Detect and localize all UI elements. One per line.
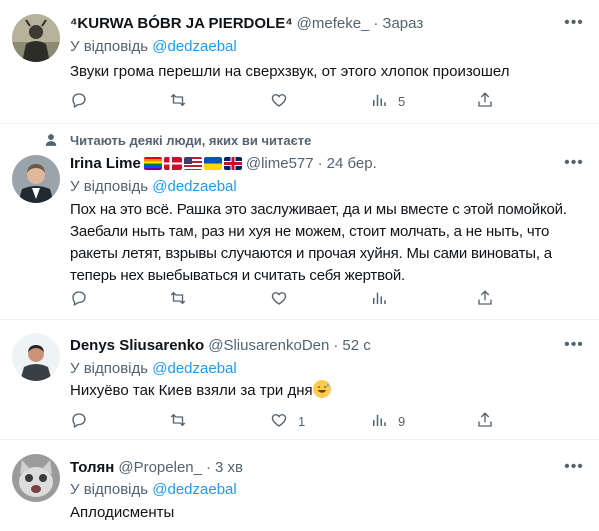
tweet-text: Звуки грома перешли на сверхзвук, от это… [70,63,510,80]
more-icon[interactable]: ••• [563,335,585,355]
tweet-text: Аплодисменты [70,504,175,521]
retweet-button[interactable] [169,89,197,113]
tweet-text: Пох на это всё. Рашка это заслуживает, д… [70,201,567,284]
name-flags [143,156,242,170]
mention-link[interactable]: @dedzaebal [152,481,236,498]
retweet-icon [169,289,187,310]
like-button[interactable] [270,287,298,311]
mention-link[interactable]: @dedzaebal [152,178,236,195]
more-icon[interactable]: ••• [563,13,585,33]
analytics-icon [370,411,388,432]
reply-prefix: У відповідь [70,481,149,498]
timeline: ⁴KURWA BÓBR JA PIERDOLE⁴ @mefeke_ · Зара… [0,0,599,531]
tweet-text-container: Нихуёво так Киев взяли за три дня [70,380,570,402]
tweet-actions: 1 9 [62,409,502,433]
like-icon [270,411,288,432]
display-name[interactable]: Denys Sliusarenko [70,337,204,354]
tweet[interactable]: ⁴KURWA BÓBR JA PIERDOLE⁴ @mefeke_ · Зара… [0,0,599,124]
avatar[interactable] [12,14,60,62]
views-count: 9 [398,413,406,429]
like-button[interactable] [270,89,298,113]
retweet-button[interactable] [169,287,197,311]
reply-context: У відповідь @dedzaebal [70,178,237,195]
reply-prefix: У відповідь [70,38,149,55]
reply-button[interactable] [70,89,98,113]
share-icon [476,411,494,432]
timestamp[interactable]: 52 с [342,337,370,354]
more-icon[interactable]: ••• [563,457,585,477]
user-icon [44,133,58,152]
share-button[interactable] [476,89,494,113]
tweet[interactable]: Читають деякі люди, яких ви читаєте Irin… [0,124,599,320]
ukraine-flag-icon [203,156,222,170]
separator-dot: · [205,458,211,476]
separator-dot: · [317,154,323,172]
like-button[interactable]: 1 [270,409,305,433]
retweet-button[interactable] [169,409,197,433]
user-handle[interactable]: @lime577 [246,155,314,172]
avatar[interactable] [12,155,60,203]
separator-dot: · [333,336,339,354]
avatar[interactable] [12,333,60,381]
tweet[interactable]: Denys Sliusarenko @SliusarenkoDen · 52 с… [0,320,599,440]
social-context-text[interactable]: Читають деякі люди, яких ви читаєте [70,133,311,148]
views-count: 5 [398,93,406,109]
separator-dot: · [373,14,379,32]
avatar[interactable] [12,454,60,502]
retweet-icon [169,91,187,112]
user-handle[interactable]: @mefeke_ [297,15,370,32]
timestamp[interactable]: 24 бер. [327,155,377,172]
reply-prefix: У відповідь [70,178,149,195]
views-button[interactable]: 9 [370,409,405,433]
like-count: 1 [298,413,306,429]
rainbow-flag-icon [143,156,162,170]
tweet-actions: 5 [62,89,502,113]
user-handle[interactable]: @Propelen_ [118,459,202,476]
analytics-icon [370,91,388,112]
usa-flag-icon [183,156,202,170]
reply-button[interactable] [70,287,98,311]
tweet-header: Denys Sliusarenko @SliusarenkoDen · 52 с [70,335,371,355]
denmark-flag-icon [163,156,182,170]
analytics-icon [370,289,388,310]
share-icon [476,91,494,112]
reply-context: У відповідь @dedzaebal [70,38,237,55]
views-button[interactable]: 5 [370,89,405,113]
timestamp[interactable]: 3 хв [215,459,243,476]
reply-button[interactable] [70,409,98,433]
timestamp[interactable]: Зараз [382,15,423,32]
sweat-smile-emoji-icon [312,380,331,398]
reply-icon [70,91,88,112]
display-name[interactable]: Толян [70,459,114,476]
like-icon [270,289,288,310]
reply-context: У відповідь @dedzaebal [70,481,237,498]
share-button[interactable] [476,409,494,433]
tweet[interactable]: Толян @Propelen_ · 3 хв ••• У відповідь … [0,440,599,531]
views-button[interactable] [370,287,398,311]
share-button[interactable] [476,287,494,311]
tweet-text: Нихуёво так Киев взяли за три дня [70,382,313,399]
like-icon [270,91,288,112]
mention-link[interactable]: @dedzaebal [152,38,236,55]
reply-prefix: У відповідь [70,360,149,377]
social-context: Читають деякі люди, яких ви читаєте [0,131,599,151]
user-handle[interactable]: @SliusarenkoDen [208,337,329,354]
more-icon[interactable]: ••• [563,153,585,173]
display-name[interactable]: ⁴KURWA BÓBR JA PIERDOLE⁴ [70,15,293,32]
share-icon [476,289,494,310]
reply-icon [70,289,88,310]
tweet-header: Irina Lime @lime577 · 24 бер. [70,153,377,173]
reply-context: У відповідь @dedzaebal [70,360,237,377]
tweet-header: Толян @Propelen_ · 3 хв [70,457,243,477]
uk-flag-icon [223,156,242,170]
tweet-actions [62,287,502,311]
display-name[interactable]: Irina Lime [70,155,141,172]
mention-link[interactable]: @dedzaebal [152,360,236,377]
retweet-icon [169,411,187,432]
reply-icon [70,411,88,432]
tweet-header: ⁴KURWA BÓBR JA PIERDOLE⁴ @mefeke_ · Зара… [70,13,423,33]
